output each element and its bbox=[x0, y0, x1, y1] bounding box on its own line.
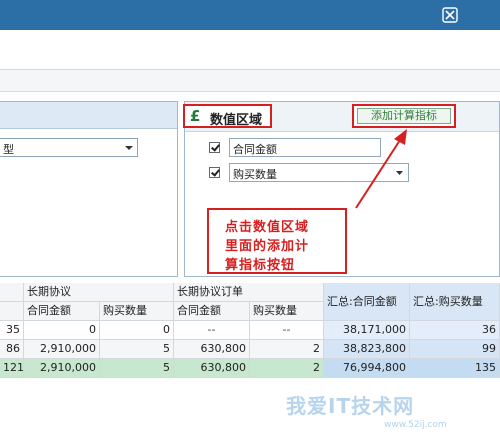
grid-summary-header: 汇总:购买数量 bbox=[410, 283, 500, 321]
grid-group-header: 长期协议订单 bbox=[174, 283, 324, 302]
watermark-url: www.52ij.com bbox=[384, 420, 447, 430]
grid-total-cell: 5 bbox=[100, 359, 174, 378]
grid-total-cell: 630,800 bbox=[174, 359, 250, 378]
grid-sub-header: 合同金额 bbox=[24, 302, 100, 321]
watermark-logo: 我爱IT技术网 bbox=[286, 394, 415, 418]
grid-summary-cell: 36 bbox=[410, 321, 500, 340]
grid-header-blank bbox=[0, 283, 24, 302]
title-bar bbox=[0, 0, 500, 30]
grid-total-cell: 2,910,000 bbox=[24, 359, 100, 378]
field-checkbox-purchase-qty[interactable] bbox=[209, 167, 220, 178]
value-area-label: 数值区域 bbox=[210, 113, 263, 128]
value-field-label: 购买数量 bbox=[233, 168, 277, 181]
grid-sub-header: 购买数量 bbox=[100, 302, 174, 321]
value-field-purchase-qty[interactable]: 购买数量 bbox=[229, 163, 409, 182]
grid-summary-cell: 99 bbox=[410, 340, 500, 359]
annotation-line: 里面的添加计 bbox=[225, 239, 310, 254]
grid-summary-total-cell: 135 bbox=[410, 359, 500, 378]
dimension-combo-value: 型 bbox=[3, 143, 14, 156]
grid-sub-header: 合同金额 bbox=[174, 302, 250, 321]
grid-header-blank bbox=[0, 302, 24, 321]
chevron-down-icon[interactable] bbox=[391, 164, 408, 181]
pivot-grid: 长期协议 长期协议订单 汇总:合同金额 汇总:购买数量 合同金额 购买数量 合同… bbox=[0, 283, 500, 381]
grid-cell: -- bbox=[174, 321, 250, 340]
grid-cell: 630,800 bbox=[174, 340, 250, 359]
grid-cell: 5 bbox=[100, 340, 174, 359]
pound-icon: £ bbox=[190, 107, 201, 125]
help-icon[interactable] bbox=[442, 7, 458, 23]
dimension-panel: 型 bbox=[0, 101, 178, 277]
grid-total-cell: 2 bbox=[250, 359, 324, 378]
grid-cell: -- bbox=[250, 321, 324, 340]
grid-summary-header: 汇总:合同金额 bbox=[324, 283, 410, 321]
value-field-contract-amount[interactable]: 合同金额 bbox=[229, 138, 381, 157]
grid-summary-total-cell: 76,994,800 bbox=[324, 359, 410, 378]
grid-cell: 2 bbox=[250, 340, 324, 359]
ribbon-strip bbox=[0, 70, 500, 92]
grid-total-cell: 121 bbox=[0, 359, 24, 378]
add-button-highlight: 添加计算指标 bbox=[352, 104, 456, 128]
grid-cell: 0 bbox=[24, 321, 100, 340]
field-checkbox-contract-amount[interactable] bbox=[209, 142, 220, 153]
grid-cell: 35 bbox=[0, 321, 24, 340]
grid-summary-cell: 38,823,800 bbox=[324, 340, 410, 359]
annotation-line: 点击数值区域 bbox=[225, 220, 310, 235]
value-area-title: £ 数值区域 bbox=[183, 104, 272, 128]
annotation-callout: 点击数值区域 里面的添加计 算指标按钮 bbox=[207, 208, 347, 274]
annotation-line: 算指标按钮 bbox=[225, 258, 296, 273]
toolbar-area bbox=[0, 30, 500, 70]
grid-sub-header: 购买数量 bbox=[250, 302, 324, 321]
value-field-label: 合同金额 bbox=[233, 143, 277, 156]
chevron-down-icon[interactable] bbox=[120, 139, 137, 156]
grid-cell: 2,910,000 bbox=[24, 340, 100, 359]
grid-group-header: 长期协议 bbox=[24, 283, 174, 302]
dimension-combo[interactable]: 型 bbox=[0, 138, 138, 157]
grid-cell: 0 bbox=[100, 321, 174, 340]
add-calculated-indicator-button[interactable]: 添加计算指标 bbox=[357, 108, 451, 124]
grid-cell: 86 bbox=[0, 340, 24, 359]
grid-summary-cell: 38,171,000 bbox=[324, 321, 410, 340]
dimension-panel-header bbox=[0, 102, 177, 129]
